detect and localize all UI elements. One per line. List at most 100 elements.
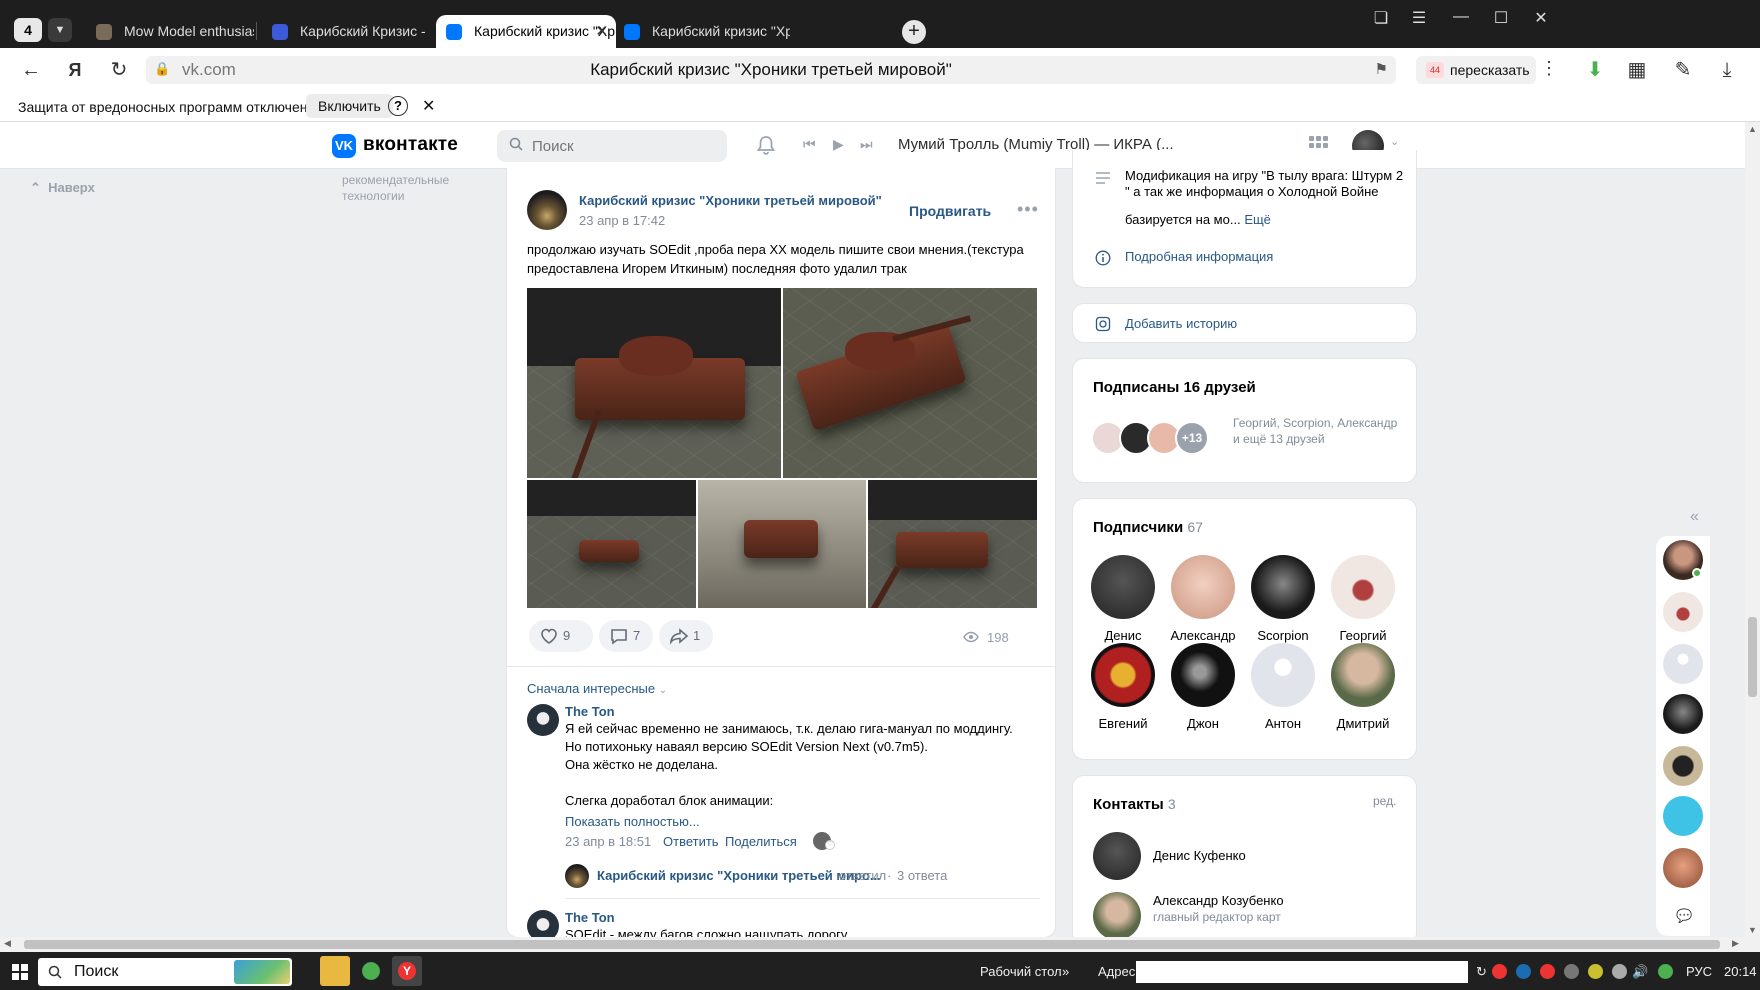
commenter-avatar[interactable] <box>527 704 559 736</box>
reply-author-avatar[interactable] <box>565 864 589 888</box>
subscriber-item[interactable]: Денис <box>1085 555 1161 643</box>
vk-search-input[interactable] <box>497 130 727 162</box>
new-tab-button[interactable]: + <box>902 20 926 44</box>
subscriber-item[interactable]: Scorpion <box>1245 555 1321 643</box>
toolbar-chevron-icon[interactable]: » <box>1062 964 1069 979</box>
url-field[interactable]: 🔒 vk.com Карибский кризис "Хроники треть… <box>146 56 1396 84</box>
more-horizontal-icon[interactable]: ••• <box>1017 199 1039 220</box>
file-explorer-icon[interactable] <box>320 956 350 986</box>
post-photo-4[interactable] <box>698 480 866 608</box>
messages-icon[interactable]: 💬 <box>1676 908 1692 924</box>
post-date[interactable]: 23 апр в 17:42 <box>579 213 665 228</box>
scroll-left-icon[interactable]: ◀ <box>4 938 11 949</box>
clock[interactable]: 20:14 <box>1724 964 1757 979</box>
bookmarks-icon[interactable]: ❏ <box>1366 8 1396 28</box>
steam-tray-icon[interactable] <box>1516 964 1531 979</box>
subscriber-item[interactable]: Георгий <box>1325 555 1401 643</box>
close-tab-icon[interactable]: ✕ <box>595 15 608 48</box>
share-link[interactable]: Поделиться <box>725 834 797 849</box>
more-vertical-icon[interactable]: ⋮ <box>1540 58 1558 79</box>
recommendation-tech-text[interactable]: рекомендательные технологии <box>342 172 482 204</box>
contact-avatar[interactable] <box>1093 832 1141 880</box>
yandex-tray-icon[interactable] <box>1540 964 1555 979</box>
reload-icon[interactable]: ↻ <box>106 57 132 83</box>
add-story-card[interactable]: Добавить историю <box>1072 303 1417 343</box>
minimize-icon[interactable]: — <box>1446 8 1476 26</box>
show-full-link[interactable]: Показать полностью... <box>565 814 700 829</box>
notifications-bell-icon[interactable] <box>755 134 777 156</box>
collapse-chats-icon[interactable]: « <box>1690 508 1699 526</box>
horizontal-scrollbar[interactable]: ◀ ▶ <box>0 937 1745 952</box>
subscribers-title[interactable]: Подписчики 67 <box>1093 519 1203 536</box>
tab-caribbean-crisis-active[interactable]: Карибский кризис "Хр ✕ <box>436 15 616 48</box>
post-author[interactable]: Карибский кризис "Хроники третьей мирово… <box>579 193 882 208</box>
clock-tray-icon[interactable] <box>1612 964 1627 979</box>
scroll-down-icon[interactable]: ▼ <box>1748 925 1757 935</box>
add-story-link[interactable]: Добавить историю <box>1125 316 1237 331</box>
contact-avatar[interactable] <box>1093 892 1141 940</box>
help-icon[interactable]: ? <box>388 96 408 116</box>
go-icon[interactable]: ↻ <box>1476 964 1487 980</box>
app-tray-icon[interactable] <box>1588 964 1603 979</box>
comment-author[interactable]: The Ton <box>565 910 615 925</box>
download-arrow-icon[interactable]: ⬇ <box>1582 57 1608 83</box>
yandex-browser-taskbar-icon[interactable]: Y <box>392 956 422 986</box>
vk-logo-text[interactable]: вконтакте <box>363 134 458 156</box>
share-button[interactable]: 1 <box>659 620 713 652</box>
reply-link[interactable]: Ответить <box>663 834 719 849</box>
subscriber-item[interactable]: Джон <box>1165 643 1241 731</box>
scroll-to-top-link[interactable]: ⌃ Наверх <box>30 180 95 196</box>
subscriber-item[interactable]: Антон <box>1245 643 1321 731</box>
tab-mow-model[interactable]: Mow Model enthusiasts - S <box>86 15 254 48</box>
scroll-up-icon[interactable]: ▲ <box>1748 124 1757 134</box>
downloads-icon[interactable]: ⤓ <box>1714 57 1740 83</box>
post-photo-3[interactable] <box>527 480 696 608</box>
like-button[interactable]: 9 <box>529 620 593 652</box>
contact-name[interactable]: Денис Куфенко <box>1153 848 1246 863</box>
scrollbar-thumb[interactable] <box>1748 617 1757 697</box>
thread-replies-link[interactable]: 3 ответа <box>897 868 947 883</box>
post-photo-1[interactable] <box>527 288 781 478</box>
windows-start-icon[interactable] <box>12 964 28 980</box>
notes-icon[interactable]: ✎ <box>1670 57 1696 83</box>
close-window-icon[interactable]: ✕ <box>1526 8 1556 28</box>
subscriber-item[interactable]: Евгений <box>1085 643 1161 731</box>
chat-avatar[interactable] <box>1663 592 1703 632</box>
subscriber-item[interactable]: Александр <box>1165 555 1241 643</box>
scrollbar-thumb[interactable] <box>24 940 1720 949</box>
retell-button[interactable]: 44 пересказать <box>1416 56 1536 84</box>
tab-caribbean-crisis-3[interactable]: Карибский кризис "Хрон <box>614 15 790 48</box>
next-track-icon[interactable]: ⏭ <box>860 136 873 153</box>
torrent-tray-icon[interactable] <box>1658 964 1673 979</box>
scroll-right-icon[interactable]: ▶ <box>1732 938 1739 949</box>
chat-avatar[interactable] <box>1663 694 1703 734</box>
opera-tray-icon[interactable] <box>1492 964 1507 979</box>
show-more-link[interactable]: Ещё <box>1244 212 1271 227</box>
play-icon[interactable]: ▶ <box>833 136 844 153</box>
taskbar-search-field[interactable]: Поиск <box>38 958 292 986</box>
yandex-icon[interactable]: Я <box>62 57 88 83</box>
chat-avatar[interactable] <box>1663 848 1703 888</box>
comment-button[interactable]: 7 <box>599 620 653 652</box>
vk-logo-icon[interactable]: VK <box>332 134 356 158</box>
details-link[interactable]: Подробная информация <box>1125 249 1273 264</box>
contact-name[interactable]: Александр Козубенко <box>1153 893 1284 908</box>
tab-caribbean-crisis-1[interactable]: Карибский Кризис - Хрон <box>262 15 430 48</box>
enable-protection-button[interactable]: Включить <box>306 94 393 118</box>
previous-track-icon[interactable]: ⏮ <box>803 136 816 153</box>
post-photo-2[interactable] <box>783 288 1037 478</box>
close-infobar-icon[interactable]: ✕ <box>422 96 435 116</box>
vertical-scrollbar[interactable]: ▲ ▼ <box>1745 122 1760 937</box>
edit-contacts-link[interactable]: ред. <box>1373 794 1396 808</box>
taskbar-address-field[interactable] <box>1136 961 1468 983</box>
chat-avatar[interactable] <box>1663 796 1703 836</box>
maximize-icon[interactable]: ☐ <box>1486 8 1516 28</box>
promote-button[interactable]: Продвигать <box>909 203 991 219</box>
bookmark-icon[interactable]: ⚑ <box>1375 60 1388 78</box>
chevron-down-icon[interactable]: ⌄ <box>1390 135 1399 148</box>
subscriber-item[interactable]: Дмитрий <box>1325 643 1401 731</box>
volume-icon[interactable]: 🔊 <box>1632 964 1648 980</box>
torrent-app-icon[interactable] <box>356 956 386 986</box>
friends-title[interactable]: Подписаны 16 друзей <box>1093 379 1256 396</box>
contacts-title[interactable]: Контакты 3 <box>1093 796 1176 813</box>
